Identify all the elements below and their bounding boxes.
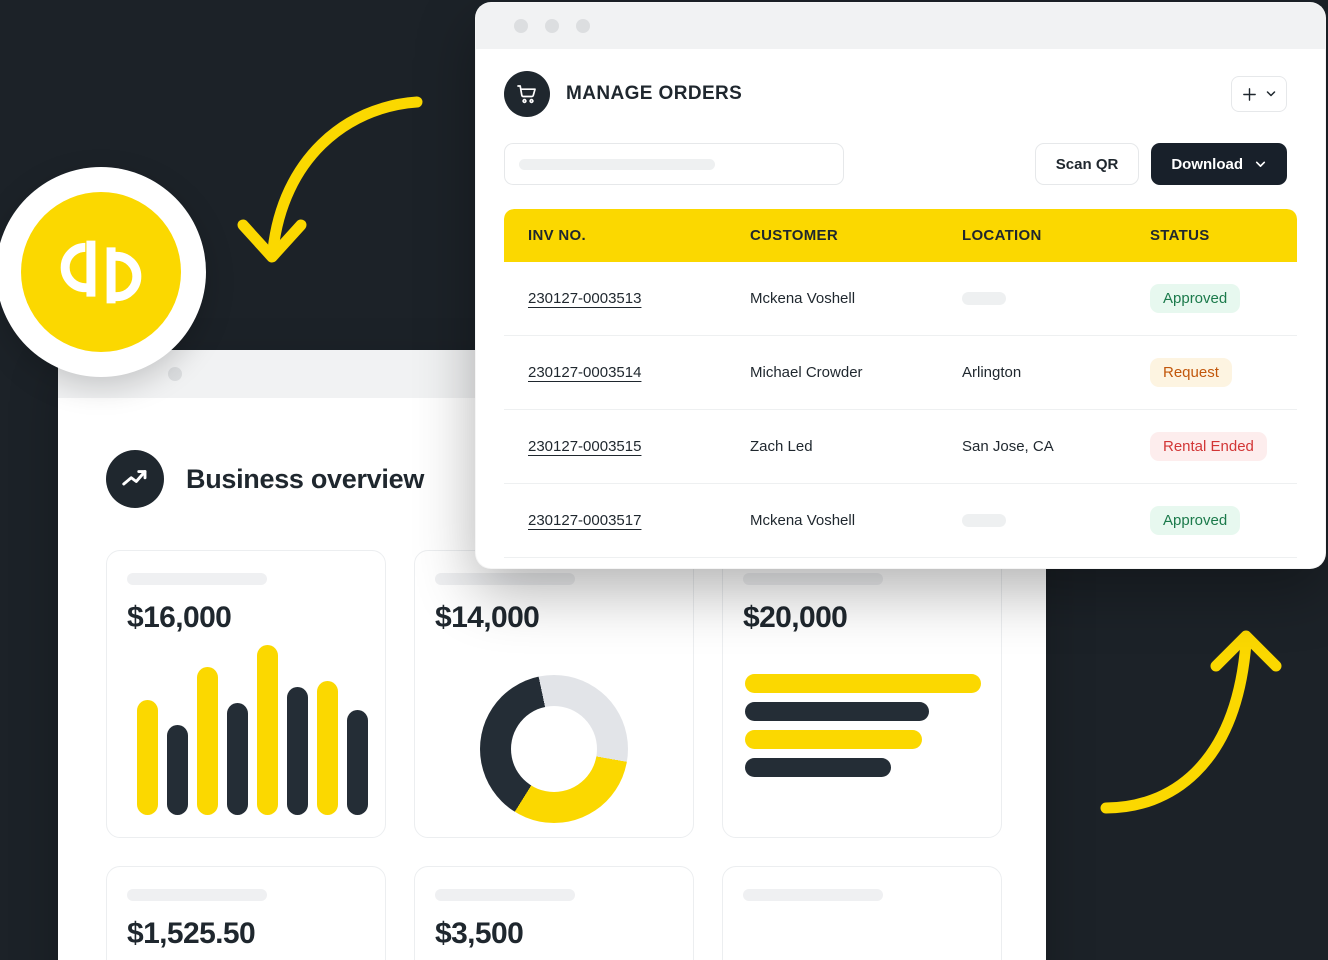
bar <box>167 725 188 815</box>
customer-name: Michael Crowder <box>750 364 863 381</box>
status-badge: Rental Ended <box>1150 432 1267 461</box>
qb-mark-icon <box>60 240 142 304</box>
customer-name: Mckena Voshell <box>750 290 856 307</box>
bar <box>347 710 368 815</box>
bar <box>287 687 308 815</box>
invoice-link[interactable]: 230127-0003517 <box>528 512 750 529</box>
hbar <box>745 674 981 693</box>
card-label-skeleton <box>435 573 575 585</box>
location-skeleton <box>962 514 1006 527</box>
invoice-link[interactable]: 230127-0003513 <box>528 290 750 307</box>
invoice-link[interactable]: 230127-0003515 <box>528 438 750 455</box>
customer-name: Mckena Voshell <box>750 512 856 529</box>
quickbooks-logo <box>0 167 206 377</box>
hbar <box>745 702 930 721</box>
table-row[interactable]: 230127-0003513 Mckena Voshell Approved <box>504 262 1297 336</box>
metric-card-footer-amount[interactable]: $12,465 <box>722 866 1002 960</box>
table-row[interactable]: 230127-0003514 Michael Crowder Arlington… <box>504 336 1297 410</box>
metric-amount: $14,000 <box>435 601 540 634</box>
invoice-link[interactable]: 230127-0003514 <box>528 364 750 381</box>
window-dot-minimize[interactable] <box>545 19 559 33</box>
search-placeholder-skeleton <box>519 158 715 170</box>
hbar <box>745 758 892 777</box>
status-badge: Approved <box>1150 506 1241 535</box>
status-badge: Approved <box>1150 284 1241 313</box>
donut-chart <box>415 675 693 823</box>
metric-card-grid: $16,000 $14,000 $20,000 $1,525.50 $3,500 <box>106 550 1002 960</box>
scene: Business overview $16,000 $14,000 $20,00… <box>0 0 1328 960</box>
metric-card-donut-chart[interactable]: $14,000 <box>414 550 694 838</box>
metric-card-horizontal-bars[interactable]: $20,000 <box>722 550 1002 838</box>
orders-title: MANAGE ORDERS <box>566 83 743 104</box>
table-row[interactable]: 230127-0003515 Zach Led San Jose, CA Ren… <box>504 410 1297 484</box>
shopping-cart-icon <box>504 71 550 117</box>
bar <box>227 703 248 815</box>
orders-titlebar <box>476 3 1325 49</box>
location-skeleton <box>962 292 1006 305</box>
customer-name: Zach Led <box>750 438 813 455</box>
trending-up-icon <box>106 450 164 508</box>
card-label-skeleton <box>743 889 883 901</box>
window-dot <box>168 367 182 381</box>
curved-arrow-up-icon <box>1100 630 1282 814</box>
card-label-skeleton <box>435 889 575 901</box>
window-dot-maximize[interactable] <box>576 19 590 33</box>
status-badge: Request <box>1150 358 1232 387</box>
metric-card-line[interactable]: $3,500 <box>414 866 694 960</box>
bar <box>257 645 278 815</box>
bar <box>137 700 158 815</box>
metric-card-progress[interactable]: $1,525.50 <box>106 866 386 960</box>
bar-chart <box>137 645 368 815</box>
location-value: San Jose, CA <box>962 438 1054 455</box>
download-button-label: Download <box>1171 155 1243 173</box>
download-button[interactable]: Download <box>1151 143 1287 185</box>
column-header-status: STATUS <box>1150 227 1210 244</box>
orders-table: INV NO. CUSTOMER LOCATION STATUS 230127-… <box>504 209 1297 558</box>
card-label-skeleton <box>743 573 883 585</box>
card-label-skeleton <box>127 573 267 585</box>
quickbooks-logo-circle <box>21 192 181 352</box>
add-order-button[interactable] <box>1231 76 1287 112</box>
metric-amount: $3,500 <box>435 917 524 950</box>
location-value: Arlington <box>962 364 1022 381</box>
scan-qr-button[interactable]: Scan QR <box>1034 143 1140 185</box>
bar <box>317 681 338 815</box>
metric-card-bar-chart[interactable]: $16,000 <box>106 550 386 838</box>
chevron-down-icon <box>1255 161 1266 167</box>
manage-orders-window: MANAGE ORDERS Scan QR Download INV NO. C… <box>475 2 1326 569</box>
chevron-down-icon <box>1266 91 1276 97</box>
metric-amount: $20,000 <box>743 601 848 634</box>
column-header-customer: CUSTOMER <box>750 227 838 244</box>
hbar <box>745 730 922 749</box>
metric-amount: $1,525.50 <box>127 917 256 950</box>
table-row[interactable]: 230127-0003517 Mckena Voshell Approved <box>504 484 1297 558</box>
search-input[interactable] <box>504 143 844 185</box>
horizontal-bar-chart <box>745 674 981 777</box>
donut-ring <box>480 675 628 823</box>
window-dot-close[interactable] <box>514 19 528 33</box>
orders-header: MANAGE ORDERS <box>476 49 1325 117</box>
plus-icon <box>1243 87 1256 101</box>
orders-toolbar: Scan QR Download <box>476 117 1325 185</box>
metric-amount: $16,000 <box>127 601 232 634</box>
curved-arrow-down-icon <box>237 96 423 263</box>
page-title: Business overview <box>186 463 425 494</box>
card-label-skeleton <box>127 889 267 901</box>
column-header-location: LOCATION <box>962 227 1042 244</box>
bar <box>197 667 218 815</box>
table-header-row: INV NO. CUSTOMER LOCATION STATUS <box>504 209 1297 262</box>
column-header-inv-no: INV NO. <box>528 227 586 244</box>
